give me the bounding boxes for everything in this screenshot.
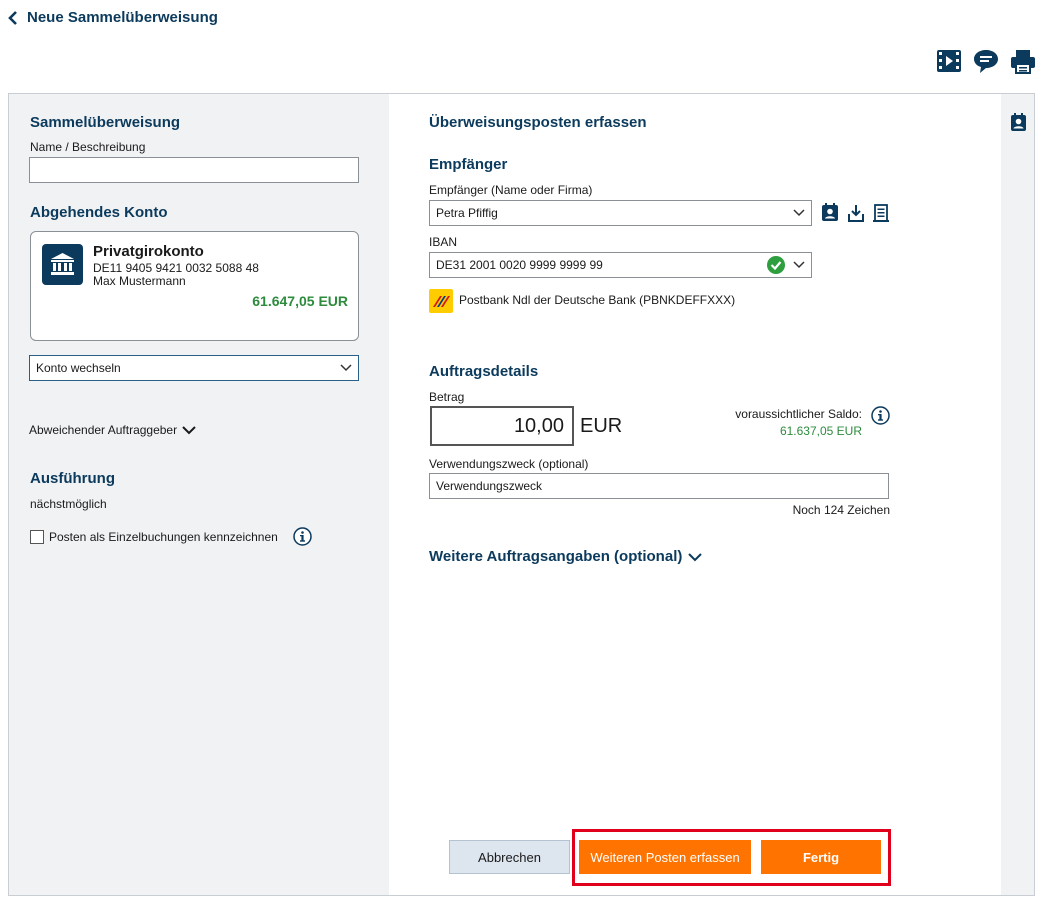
recipient-title: Empfänger bbox=[429, 156, 508, 173]
info-icon[interactable] bbox=[871, 406, 890, 425]
details-title: Auftragsdetails bbox=[429, 363, 539, 380]
iban-value: DE31 2001 0020 9999 9999 99 bbox=[436, 258, 603, 272]
single-booking-checkbox[interactable] bbox=[30, 530, 44, 544]
other-originator-label: Abweichender Auftraggeber bbox=[29, 423, 178, 437]
account-balance: 61.647,05 EUR bbox=[252, 293, 348, 309]
chevron-left-icon bbox=[8, 10, 17, 25]
recipient-label: Empfänger (Name oder Firma) bbox=[429, 183, 593, 197]
recipient-select[interactable]: Petra Pfiffig bbox=[429, 200, 812, 226]
bank-name-text: Postbank Ndl der Deutsche Bank bbox=[459, 293, 636, 307]
bank-name: Postbank Ndl der Deutsche Bank (PBNKDEFF… bbox=[459, 293, 735, 307]
video-icon[interactable] bbox=[936, 47, 962, 75]
top-bar: Neue Sammelüberweisung bbox=[0, 0, 1040, 40]
check-circle-icon bbox=[767, 256, 785, 274]
cancel-button[interactable]: Abbrechen bbox=[449, 840, 570, 874]
iban-label: IBAN bbox=[429, 235, 458, 249]
main-title: Überweisungsposten erfassen bbox=[429, 114, 647, 131]
address-book-icon[interactable] bbox=[821, 203, 839, 223]
bank-bic: (PBNKDEFFXXX) bbox=[639, 293, 736, 307]
side-strip bbox=[1001, 94, 1034, 895]
print-icon[interactable] bbox=[1010, 47, 1036, 75]
toolbar bbox=[936, 47, 1036, 75]
iban-status bbox=[767, 256, 805, 274]
postbank-logo-icon bbox=[429, 289, 453, 313]
more-details-toggle[interactable]: Weitere Auftragsangaben (optional) bbox=[429, 548, 703, 565]
expected-balance-label: voraussichtlicher Saldo: bbox=[735, 407, 862, 421]
left-panel: Sammelüberweisung Name / Beschreibung Ab… bbox=[9, 94, 389, 895]
add-more-items-button[interactable]: Weiteren Posten erfassen bbox=[579, 840, 751, 874]
chevron-down-icon bbox=[340, 364, 352, 372]
chevron-down-icon bbox=[182, 426, 196, 435]
contact-card-icon[interactable] bbox=[1010, 113, 1027, 132]
iban-input[interactable]: DE31 2001 0020 9999 9999 99 bbox=[429, 252, 812, 278]
done-button[interactable]: Fertig bbox=[761, 840, 881, 874]
section-title: Sammelüberweisung bbox=[30, 114, 181, 131]
purpose-label: Verwendungszweck (optional) bbox=[429, 457, 589, 471]
chat-icon[interactable] bbox=[973, 47, 999, 75]
amount-input[interactable]: 10,00 bbox=[430, 406, 574, 446]
execution-value: nächstmöglich bbox=[30, 497, 107, 511]
back-link[interactable]: Neue Sammelüberweisung bbox=[7, 9, 218, 26]
back-link-label: Neue Sammelüberweisung bbox=[27, 9, 218, 26]
other-originator-toggle[interactable]: Abweichender Auftraggeber bbox=[29, 423, 196, 437]
account-owner: Max Mustermann bbox=[93, 274, 186, 288]
switch-account-label: Konto wechseln bbox=[36, 361, 121, 375]
chevron-down-icon bbox=[688, 552, 703, 561]
name-label: Name / Beschreibung bbox=[30, 140, 146, 154]
account-iban: DE11 9405 9421 0032 5088 48 bbox=[93, 261, 259, 275]
purpose-input[interactable]: Verwendungszweck bbox=[429, 473, 889, 499]
account-section-title: Abgehendes Konto bbox=[30, 204, 168, 221]
chevron-down-icon bbox=[793, 209, 805, 217]
chevron-down-icon bbox=[793, 261, 805, 269]
import-icon[interactable] bbox=[847, 203, 865, 223]
currency-label: EUR bbox=[580, 415, 623, 437]
remaining-chars: Noch 124 Zeichen bbox=[792, 503, 890, 517]
expected-balance-value: 61.637,05 EUR bbox=[779, 424, 862, 438]
single-booking-label: Posten als Einzelbuchungen kennzeichnen bbox=[49, 530, 278, 544]
template-list-icon[interactable] bbox=[872, 203, 890, 223]
name-input[interactable] bbox=[29, 157, 359, 183]
more-details-label: Weitere Auftragsangaben (optional) bbox=[429, 548, 683, 565]
account-card: Privatgirokonto DE11 9405 9421 0032 5088… bbox=[30, 231, 359, 341]
bank-building-icon bbox=[42, 244, 83, 285]
switch-account-select[interactable]: Konto wechseln bbox=[29, 355, 359, 381]
execution-title: Ausführung bbox=[30, 470, 115, 487]
amount-label: Betrag bbox=[429, 390, 465, 404]
info-icon[interactable] bbox=[293, 527, 312, 546]
account-name: Privatgirokonto bbox=[93, 243, 204, 260]
recipient-value: Petra Pfiffig bbox=[436, 206, 498, 220]
form-frame: Sammelüberweisung Name / Beschreibung Ab… bbox=[8, 93, 1035, 896]
